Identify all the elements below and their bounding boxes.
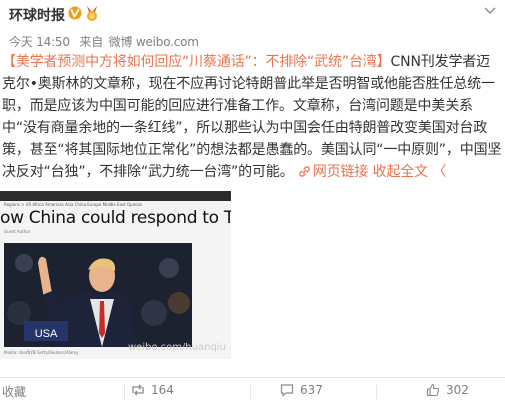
chevron-down-icon[interactable] (483, 5, 497, 17)
usa-badge-text: USA (35, 328, 58, 340)
thumb-topbar (0, 191, 231, 201)
comment-button[interactable]: 637 (280, 383, 323, 401)
thumb-byline: Guest Author (4, 229, 31, 234)
post-meta: 今天 14:50 来自 微博 weibo.com (9, 33, 205, 50)
favorite-button[interactable]: 收藏 (2, 383, 26, 401)
action-bar: 收藏 164 637 302 (0, 377, 505, 404)
verified-badge-icon (68, 6, 82, 20)
post-source[interactable]: 微博 weibo.com (109, 35, 199, 49)
post-image[interactable]: Regions > US Africa Americas Asia China … (0, 191, 231, 359)
repost-button[interactable]: 164 (131, 383, 174, 401)
repost-count: 164 (151, 383, 174, 397)
like-count: 302 (446, 383, 469, 397)
divider (376, 385, 377, 399)
post-time[interactable]: 今天 14:50 (9, 35, 70, 49)
collapse-arrow-icon: 〈 (432, 164, 447, 180)
web-link-label: 网页链接 (312, 164, 369, 180)
favorite-label: 收藏 (2, 385, 27, 399)
repost-icon (132, 384, 144, 396)
trump-photo: USA (4, 243, 192, 347)
thumbs-up-icon (426, 383, 440, 397)
divider (250, 385, 251, 399)
link-icon (299, 166, 310, 177)
comment-count: 637 (300, 383, 323, 397)
like-button[interactable]: 302 (426, 383, 469, 401)
author-name[interactable]: 环球时报 (9, 5, 65, 25)
post-body: CNN刊发学者迈克尔•奥斯林的文章称，现在不应再讨论特朗普此举是否明智或他能否胜… (2, 54, 502, 180)
comment-icon (280, 384, 294, 397)
image-watermark: weibo.com/huanqiu (128, 342, 226, 353)
divider (124, 385, 125, 399)
web-link[interactable]: 网页链接 (298, 164, 368, 180)
hashtag-link[interactable]: 【美学者预测中方将如何回应“川蔡通话”：不排除“武统”台湾】 (2, 54, 391, 70)
collapse-text-link[interactable]: 收起全文 〈 (373, 164, 447, 180)
post-content: 【美学者预测中方将如何回应“川蔡通话”：不排除“武统”台湾】CNN刊发学者迈克尔… (2, 51, 502, 183)
medal-icon[interactable] (84, 5, 100, 22)
thumb-caption: Media: Van/NYB Getty/Reuters/Alamy (4, 350, 79, 355)
thumb-crumbs: Regions > US Africa Americas Asia China … (4, 202, 143, 207)
thumb-headline: ow China could respond to Trump c (0, 208, 231, 228)
from-label: 来自 (79, 35, 104, 49)
photo-illustration: USA (4, 243, 192, 347)
post-header: 环球时报 今天 14:50 来自 微博 weibo.com (0, 0, 505, 52)
collapse-label: 收起全文 (372, 164, 429, 180)
